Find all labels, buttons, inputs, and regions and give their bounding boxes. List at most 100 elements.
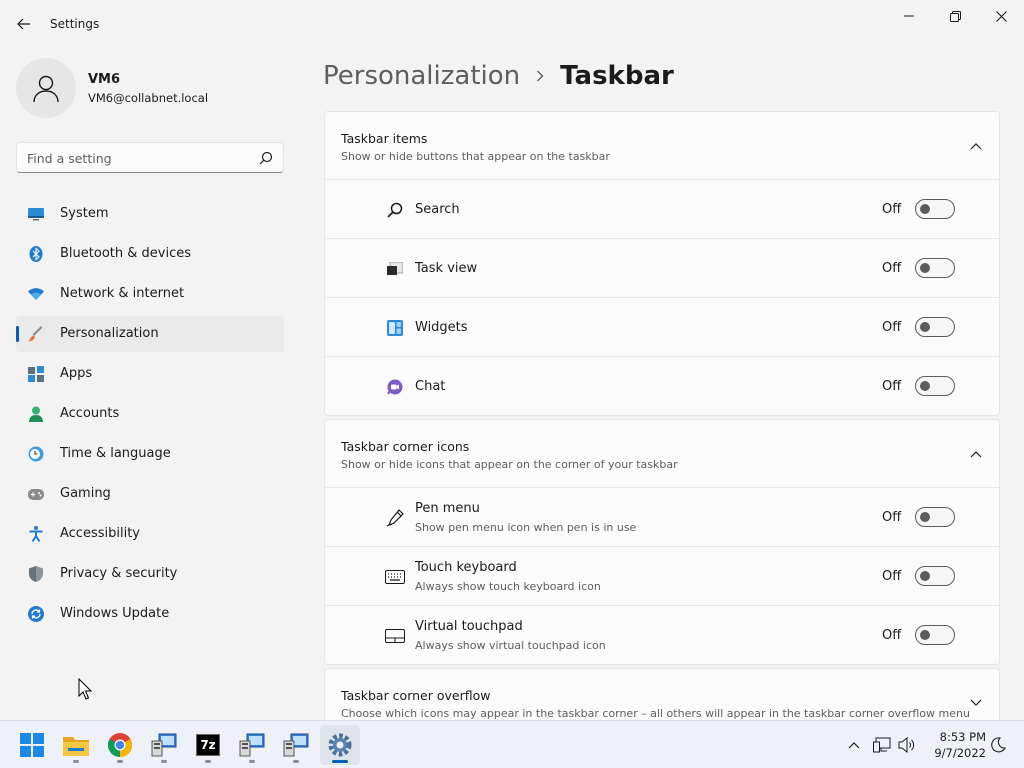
update-icon	[28, 606, 44, 622]
sidebar-item-personalization[interactable]: Personalization	[16, 316, 284, 352]
sidebar-item-label: Privacy & security	[60, 566, 178, 581]
remote-app-icon	[283, 733, 309, 757]
sidebar-item-accounts[interactable]: Accounts	[16, 396, 284, 432]
touchpad-icon	[385, 626, 405, 646]
network-icon	[873, 737, 891, 753]
user-profile[interactable]: VM6 VM6@collabnet.local	[16, 58, 296, 118]
taskbar-chrome[interactable]	[100, 725, 140, 765]
setting-row-virtual-touchpad: Virtual touchpad Always show virtual tou…	[325, 606, 999, 664]
chevron-up-icon	[848, 742, 860, 749]
person-icon	[33, 75, 59, 103]
sidebar-item-label: Gaming	[60, 486, 111, 501]
restore-icon	[949, 10, 961, 22]
speaker-icon	[898, 737, 915, 753]
back-button[interactable]	[10, 12, 38, 36]
taskbar-remote-app[interactable]	[232, 725, 272, 765]
title-bar: Settings	[0, 0, 1024, 48]
taskbar-items-header[interactable]: Taskbar items Show or hide buttons that …	[325, 112, 999, 180]
close-button[interactable]	[978, 0, 1024, 32]
sidebar-item-label: System	[60, 206, 109, 221]
pen-icon	[385, 508, 405, 528]
group-title: Taskbar corner overflow	[341, 688, 491, 703]
keyboard-icon	[385, 567, 405, 587]
pen-menu-toggle[interactable]	[915, 507, 955, 527]
windows-taskbar: 7z 8:53 PM 9/7/2022	[0, 720, 1024, 768]
group-description: Show or hide icons that appear on the co…	[341, 458, 678, 471]
apps-icon	[28, 366, 44, 382]
running-indicator	[332, 760, 348, 763]
group-description: Show or hide buttons that appear on the …	[341, 150, 610, 163]
sidebar-item-bluetooth[interactable]: Bluetooth & devices	[16, 236, 284, 272]
page-title: Taskbar	[560, 61, 674, 91]
sidebar-item-system[interactable]: System	[16, 196, 284, 232]
clock[interactable]: 8:53 PM 9/7/2022	[926, 729, 986, 761]
sidebar-item-label: Accessibility	[60, 526, 140, 541]
chat-toggle[interactable]	[915, 376, 955, 396]
chevron-right-icon	[536, 70, 544, 82]
taskbar-settings[interactable]	[320, 725, 360, 765]
widgets-toggle[interactable]	[915, 317, 955, 337]
sidebar-item-privacy[interactable]: Privacy & security	[16, 556, 284, 592]
touch-keyboard-toggle[interactable]	[915, 566, 955, 586]
sidebar-item-gaming[interactable]: Gaming	[16, 476, 284, 512]
toggle-state: Off	[882, 569, 902, 584]
search-icon[interactable]	[259, 150, 273, 169]
sidebar-item-label: Windows Update	[60, 606, 170, 621]
setting-label: Pen menu	[415, 501, 480, 516]
setting-row-touch-keyboard: Touch keyboard Always show touch keyboar…	[325, 547, 999, 606]
setting-label: Task view	[415, 261, 478, 276]
breadcrumb-parent[interactable]: Personalization	[323, 61, 520, 91]
gamepad-icon	[28, 486, 44, 502]
setting-row-pen-menu: Pen menu Show pen menu icon when pen is …	[325, 488, 999, 547]
setting-row-task-view: Task view Off	[325, 239, 999, 298]
search-input[interactable]	[27, 149, 247, 167]
running-indicator	[249, 760, 255, 763]
group-description: Choose which icons may appear in the tas…	[341, 707, 970, 720]
toggle-state: Off	[882, 320, 902, 335]
chevron-up-icon[interactable]	[969, 447, 983, 461]
chevron-down-icon[interactable]	[969, 696, 983, 710]
toggle-state: Off	[882, 510, 902, 525]
start-button[interactable]	[12, 725, 52, 765]
search-toggle[interactable]	[915, 199, 955, 219]
file-explorer-icon	[63, 737, 89, 756]
restore-button[interactable]	[932, 0, 978, 32]
search-box[interactable]	[16, 142, 284, 173]
sidebar-item-accessibility[interactable]: Accessibility	[16, 516, 284, 552]
breadcrumb: Personalization Taskbar	[323, 56, 674, 96]
minimize-button[interactable]	[886, 0, 932, 32]
volume-tray-button[interactable]	[897, 735, 917, 755]
sidebar-item-label: Network & internet	[60, 286, 185, 301]
taskbar-remote-app[interactable]	[276, 725, 316, 765]
brush-icon	[28, 326, 44, 342]
task-view-toggle[interactable]	[915, 258, 955, 278]
chevron-up-icon[interactable]	[969, 139, 983, 153]
sidebar-item-windows-update[interactable]: Windows Update	[16, 596, 284, 632]
running-indicator	[73, 760, 79, 763]
clock-date: 9/7/2022	[934, 746, 986, 760]
toggle-state: Off	[882, 379, 902, 394]
sidebar-item-label: Accounts	[60, 406, 120, 421]
bluetooth-icon	[28, 246, 44, 262]
virtual-touchpad-toggle[interactable]	[915, 625, 955, 645]
avatar	[16, 58, 76, 118]
taskbar-file-explorer[interactable]	[56, 725, 96, 765]
corner-icons-header[interactable]: Taskbar corner icons Show or hide icons …	[325, 420, 999, 488]
shield-icon	[28, 566, 44, 582]
corner-overflow-header[interactable]: Taskbar corner overflow Choose which ico…	[325, 669, 999, 720]
sidebar-item-apps[interactable]: Apps	[16, 356, 284, 392]
sidebar-item-network[interactable]: Network & internet	[16, 276, 284, 312]
person-icon	[28, 406, 44, 422]
network-tray-button[interactable]	[872, 735, 892, 755]
taskbar-remote-app[interactable]	[144, 725, 184, 765]
chrome-icon	[108, 733, 132, 757]
sidebar-item-label: Apps	[60, 366, 93, 381]
app-title: Settings	[50, 17, 100, 31]
show-hidden-icons-button[interactable]	[844, 735, 864, 755]
widgets-icon	[385, 318, 405, 338]
setting-row-widgets: Widgets Off	[325, 298, 999, 357]
taskbar-7zip[interactable]: 7z	[188, 725, 228, 765]
sidebar-nav: System Bluetooth & devices Network & int…	[16, 196, 284, 636]
sidebar-item-time-language[interactable]: Time & language	[16, 436, 284, 472]
focus-assist-button[interactable]	[988, 735, 1008, 755]
